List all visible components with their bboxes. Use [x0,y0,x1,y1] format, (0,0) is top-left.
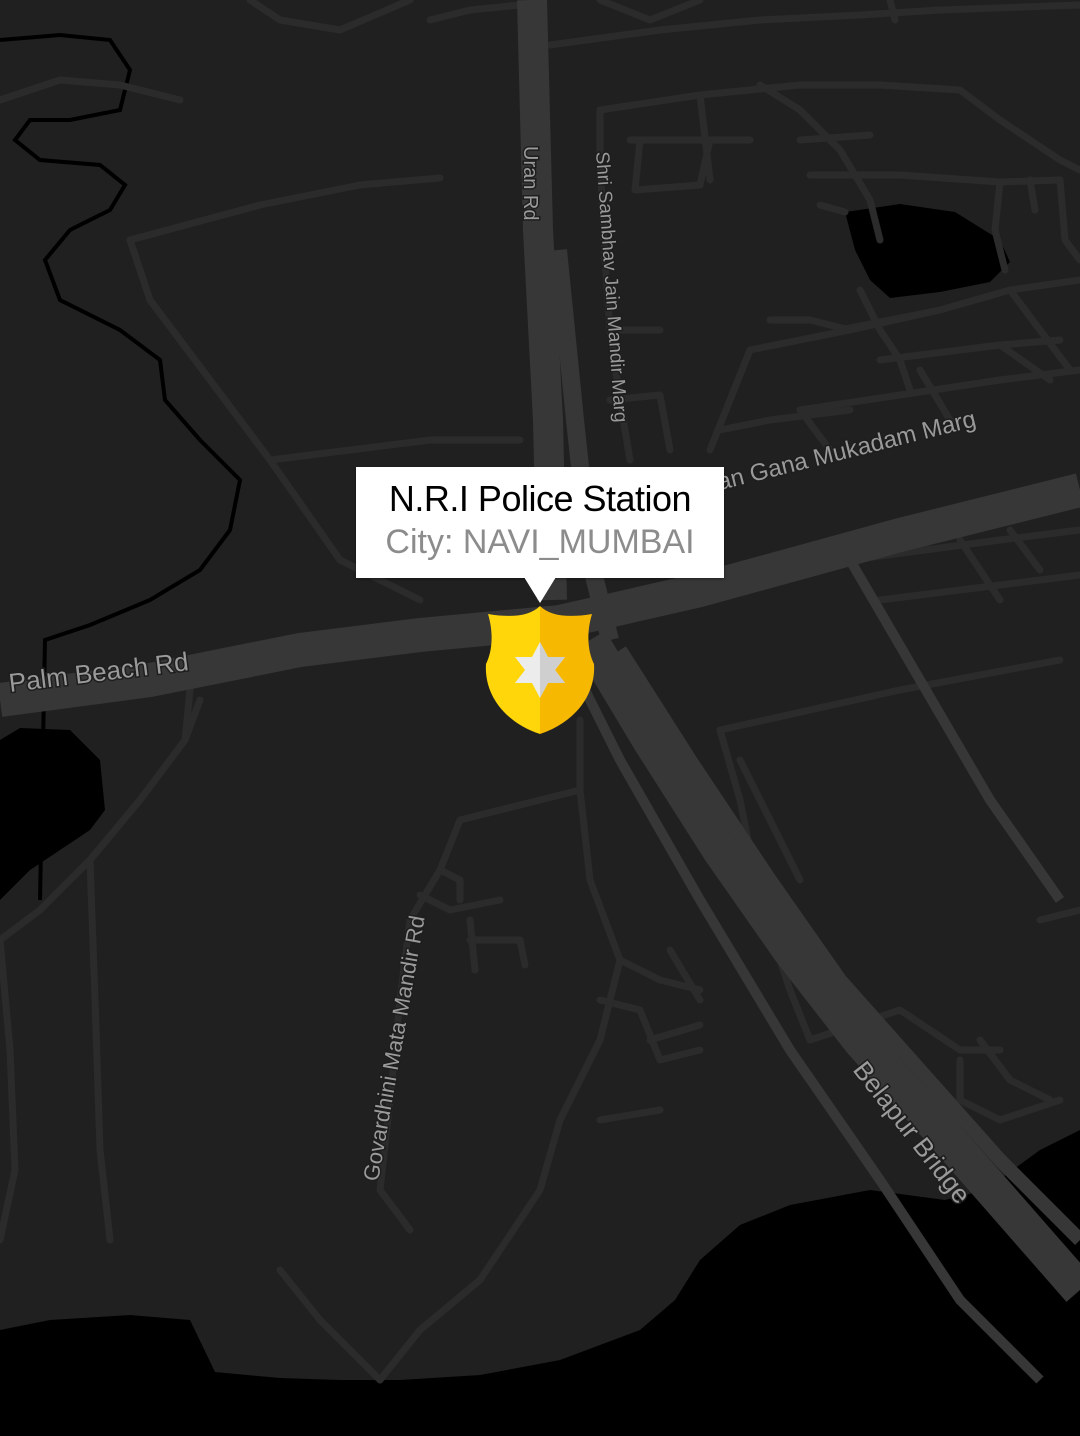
info-window[interactable]: N.R.I Police Station City: NAVI_MUMBAI [356,467,724,578]
info-window-pointer [524,577,556,603]
road-label-uran-rd: Uran Rd [519,146,541,220]
info-window-subtitle: City: NAVI_MUMBAI [385,523,695,561]
info-window-title: N.R.I Police Station [388,478,692,519]
police-badge-icon[interactable] [484,604,596,736]
